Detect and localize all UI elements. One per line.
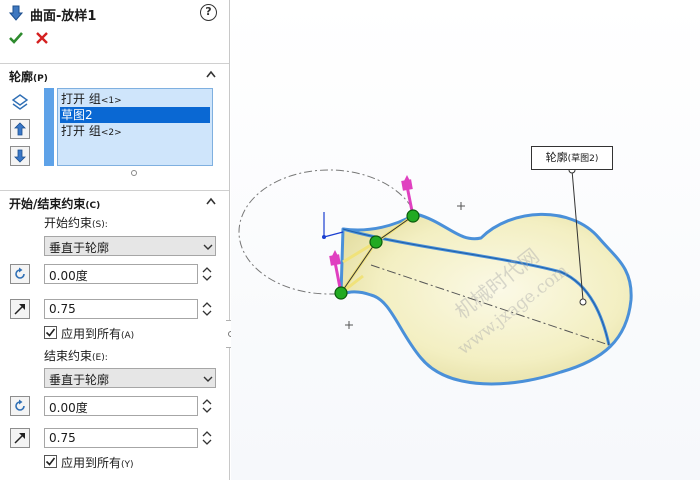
model-scene[interactable] <box>231 0 700 480</box>
rotate-arrow-icon <box>15 399 25 411</box>
profile-select-icon <box>11 94 29 110</box>
move-down-button[interactable] <box>10 146 30 166</box>
end-apply-all-checkbox[interactable] <box>44 455 57 468</box>
feature-title: 曲面-放样1 <box>30 9 97 24</box>
end-constraint-label: 结束约束(E): <box>44 349 108 363</box>
start-apply-all-checkbox[interactable] <box>44 326 57 339</box>
end-angle-input[interactable]: 0.00度 <box>44 396 198 416</box>
origin-marker <box>345 321 353 329</box>
profiles-section-title: 轮廓(P) <box>9 70 48 84</box>
cancel-x-icon[interactable] <box>34 30 50 46</box>
checkmark-icon <box>45 457 56 466</box>
list-accent-bar <box>44 88 54 166</box>
tangent-length-button-end[interactable] <box>10 428 30 448</box>
move-up-button[interactable] <box>10 119 30 139</box>
constraints-section-title: 开始/结束约束(C) <box>9 197 101 211</box>
ok-check-icon[interactable] <box>8 30 24 46</box>
arrow-down-icon <box>14 149 26 163</box>
constraints-section-header[interactable]: 开始/结束约束(C) <box>0 190 229 211</box>
chevron-down-icon <box>203 376 213 382</box>
chevron-up-icon[interactable] <box>206 70 216 78</box>
profiles-section-header[interactable]: 轮廓(P) <box>0 63 229 84</box>
list-item[interactable]: 打开 组<2> <box>60 123 210 139</box>
control-point-end[interactable] <box>406 209 420 223</box>
list-item-selected[interactable]: 草图2 <box>60 107 210 123</box>
start-constraint-select[interactable]: 垂直于轮廓 <box>44 236 216 256</box>
end-constraint-select[interactable]: 垂直于轮廓 <box>44 368 216 388</box>
profiles-list[interactable]: 打开 组<1> 草图2 打开 组<2> <box>57 88 213 166</box>
checkmark-icon <box>45 328 56 337</box>
start-constraint-label: 开始约束(S): <box>44 216 108 230</box>
arrow-up-icon <box>14 122 26 136</box>
list-item[interactable]: 打开 组<1> <box>60 91 210 107</box>
chevron-up-icon[interactable] <box>206 197 216 205</box>
start-length-spinner[interactable] <box>200 299 214 319</box>
tangent-length-button[interactable] <box>10 299 30 319</box>
chevron-down-icon <box>203 244 213 250</box>
reverse-direction-button[interactable] <box>10 264 30 284</box>
end-length-spinner[interactable] <box>200 428 214 448</box>
end-length-input[interactable]: 0.75 <box>44 428 198 448</box>
end-angle-spinner[interactable] <box>200 396 214 416</box>
start-length-input[interactable]: 0.75 <box>44 299 198 319</box>
reverse-direction-button-end[interactable] <box>10 396 30 416</box>
callout-target-point <box>579 298 587 306</box>
control-point-start[interactable] <box>334 286 348 300</box>
diagonal-arrow-icon <box>14 433 25 444</box>
graphics-viewport[interactable]: 轮廓(草图2) 机械时代网 www.jxage.com <box>231 0 700 480</box>
start-angle-input[interactable]: 0.00度 <box>44 264 198 284</box>
start-apply-all-label: 应用到所有(A) <box>61 327 135 341</box>
control-point-mid[interactable] <box>369 235 383 249</box>
coordinate-triad-icon <box>322 212 344 239</box>
end-apply-all-label: 应用到所有(Y) <box>61 456 134 470</box>
property-manager: 曲面-放样1 ? 轮廓(P) 打开 组<1> 草图2 打开 组<2> 开始/结束… <box>0 0 230 480</box>
start-angle-spinner[interactable] <box>200 264 214 284</box>
start-tangent-handle[interactable] <box>329 250 343 294</box>
origin-marker <box>457 202 465 210</box>
help-icon[interactable]: ? <box>200 4 217 21</box>
profile-callout[interactable]: 轮廓(草图2) <box>531 146 613 170</box>
list-resize-handle[interactable] <box>131 170 137 176</box>
loft-feature-icon <box>8 5 24 21</box>
rotate-arrow-icon <box>15 267 25 279</box>
diagonal-arrow-icon <box>14 304 25 315</box>
